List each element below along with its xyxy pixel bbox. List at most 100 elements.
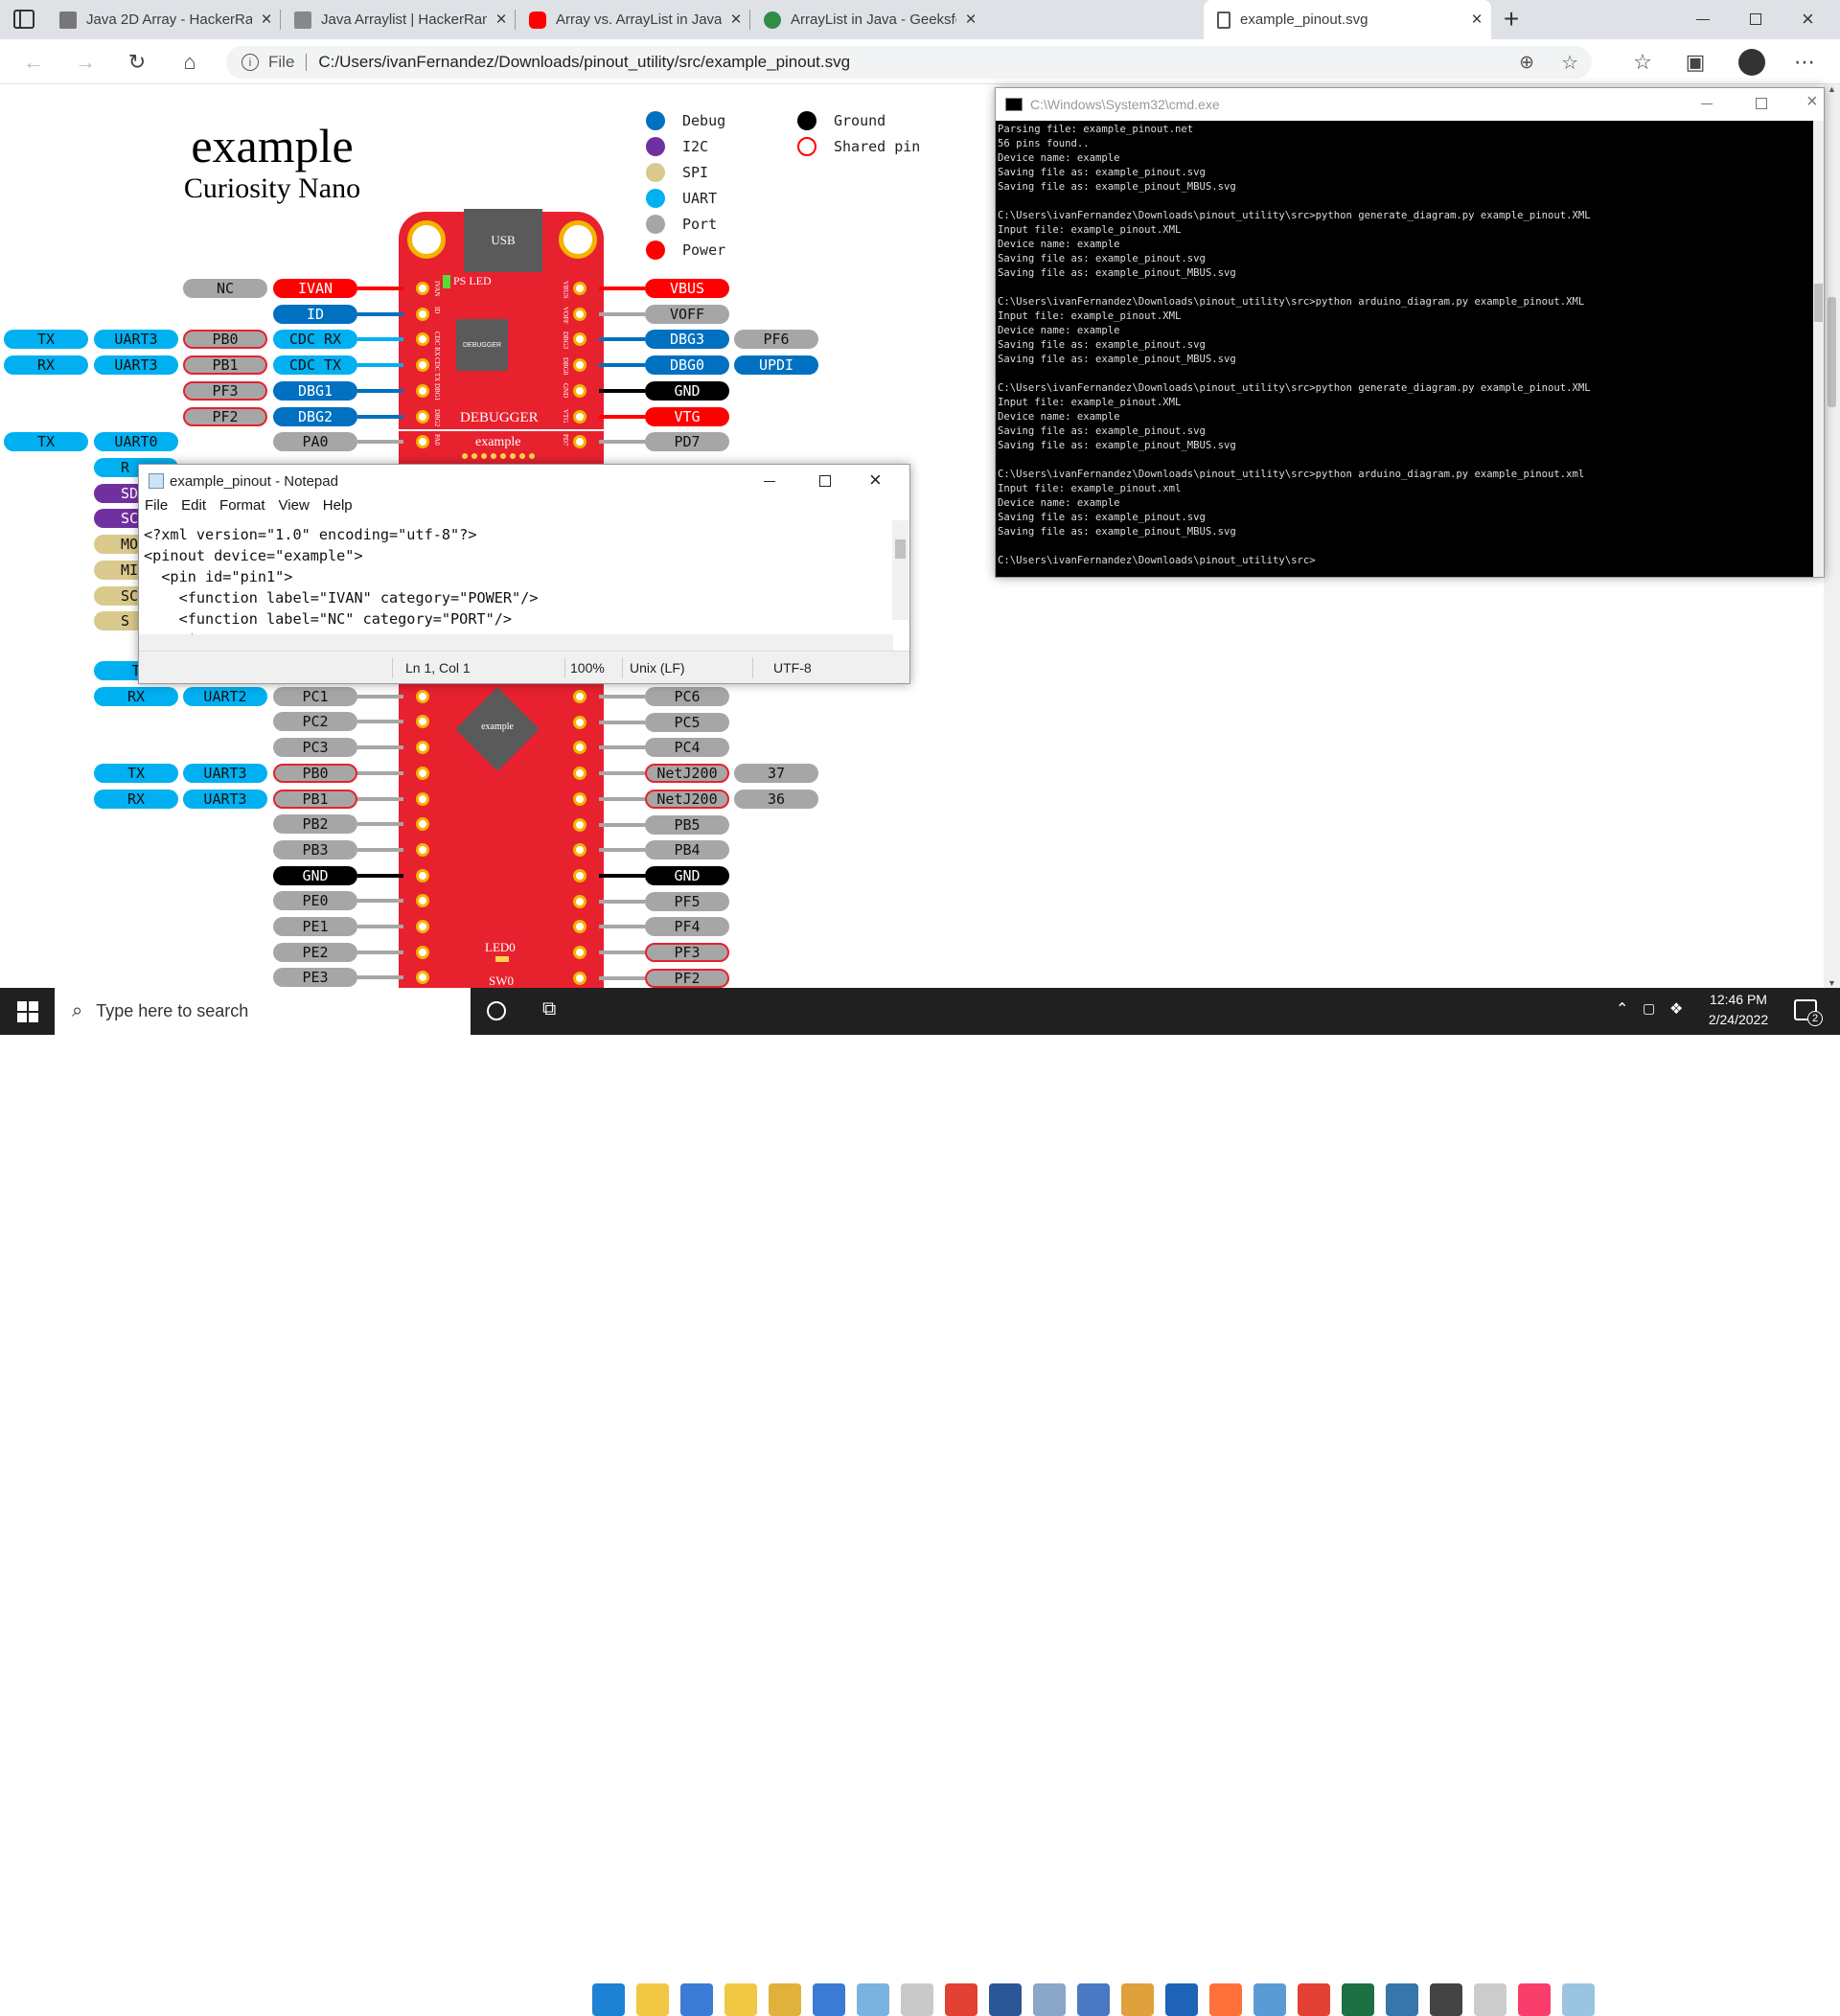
pin-wire xyxy=(357,337,403,342)
tab-actions-icon[interactable] xyxy=(13,10,34,29)
python-icon[interactable] xyxy=(1386,1983,1418,2016)
collections-icon[interactable]: ▣ xyxy=(1679,47,1712,78)
pin-label: IVAN xyxy=(273,279,357,298)
sketch-icon[interactable] xyxy=(1121,1983,1154,2016)
pin-wire xyxy=(357,720,403,724)
pin-wire xyxy=(599,925,645,929)
restore-icon[interactable] xyxy=(1750,13,1761,25)
tab-geeksforgeeks[interactable]: ArrayList in Java - GeeksforGeeks × xyxy=(750,0,985,39)
pin-label: PF3 xyxy=(645,943,729,962)
notepad-titlebar[interactable]: example_pinout - Notepad × xyxy=(139,465,909,497)
notepad-text-area[interactable]: <?xml version="1.0" encoding="utf-8"?> <p… xyxy=(139,520,889,634)
notepad-close-icon[interactable]: × xyxy=(869,468,882,493)
scrollbar-down-icon[interactable]: ▼ xyxy=(1824,978,1840,988)
diagram-subtitle: Curiosity Nano xyxy=(183,172,361,204)
solder-dot xyxy=(529,453,535,459)
excel-icon[interactable] xyxy=(1342,1983,1374,2016)
led0-indicator xyxy=(495,956,509,962)
cmd-line: Device name: example xyxy=(998,497,1120,509)
close-icon[interactable]: × xyxy=(487,10,516,31)
notepad-icon[interactable] xyxy=(1033,1983,1066,2016)
pin-label: PB1 xyxy=(183,355,267,376)
pin-wire xyxy=(357,363,403,368)
notepad-minimize-icon[interactable] xyxy=(764,481,775,482)
file-manager-icon[interactable] xyxy=(724,1983,757,2016)
close-icon[interactable]: × xyxy=(252,10,281,31)
notepad-window[interactable]: example_pinout - Notepad × File Edit Forma… xyxy=(138,464,910,684)
cmd-maximize-icon[interactable] xyxy=(1756,98,1767,109)
back-arrow-icon[interactable]: ← xyxy=(17,47,50,78)
more-menu-icon[interactable]: ⋯ xyxy=(1788,47,1821,78)
files-icon[interactable] xyxy=(769,1983,801,2016)
address-bar[interactable]: i File C:/Users/ivanFernandez/Downloads/… xyxy=(226,46,1592,79)
dropbox-icon[interactable]: ❖ xyxy=(1669,999,1683,1019)
cmd-output[interactable]: Parsing file: example_pinout.net 56 pins … xyxy=(996,121,1815,571)
minimize-icon[interactable] xyxy=(1696,19,1710,20)
taskbar-search-box[interactable]: ⌕ Type here to search xyxy=(55,988,471,1035)
app-gear-icon[interactable] xyxy=(1254,1983,1286,2016)
profile-avatar[interactable] xyxy=(1738,49,1765,76)
windows-start-icon[interactable] xyxy=(17,1001,38,1022)
network-icon[interactable] xyxy=(813,1983,845,2016)
word-icon[interactable] xyxy=(989,1983,1022,2016)
notepad-menu-item[interactable]: Help xyxy=(323,497,353,518)
new-tab-button[interactable]: + xyxy=(1497,4,1526,34)
itunes-icon[interactable] xyxy=(1518,1983,1551,2016)
home-icon[interactable]: ⌂ xyxy=(173,47,206,78)
store-icon[interactable] xyxy=(680,1983,713,2016)
firefox-icon[interactable] xyxy=(1209,1983,1242,2016)
tablet-icon[interactable] xyxy=(1562,1983,1595,2016)
settings-icon[interactable] xyxy=(1474,1983,1506,2016)
notepad-menu-item[interactable]: Edit xyxy=(181,497,206,518)
notepad-menu-item[interactable]: Format xyxy=(219,497,265,518)
clock-date[interactable]: 2/24/2022 xyxy=(1694,1012,1782,1027)
scrollbar-track[interactable]: ▲ ▼ xyxy=(1824,84,1840,988)
refresh-icon[interactable]: ↻ xyxy=(121,47,153,78)
cmd-icon[interactable] xyxy=(1430,1983,1462,2016)
tab-array-vs-arraylist[interactable]: Array vs. ArrayList in Java Tutoria × xyxy=(516,0,750,39)
task-view-icon[interactable]: ⧉ xyxy=(542,998,556,1020)
notepad-hscroll[interactable] xyxy=(139,634,893,651)
notepad-vscroll[interactable] xyxy=(892,520,908,620)
paint-icon[interactable] xyxy=(901,1983,933,2016)
clock-time[interactable]: 12:46 PM xyxy=(1694,992,1782,1007)
chrome-icon[interactable] xyxy=(945,1983,978,2016)
edge-icon[interactable] xyxy=(592,1983,625,2016)
search-icon: ⌕ xyxy=(72,1000,83,1021)
cortana-icon[interactable] xyxy=(487,1001,506,1020)
blue-app-icon[interactable] xyxy=(1165,1983,1198,2016)
zoom-icon[interactable]: ⊕ xyxy=(1519,52,1534,74)
cmd-scrollbar[interactable] xyxy=(1813,121,1824,577)
cmd-titlebar[interactable]: C:\Windows\System32\cmd.exe × xyxy=(996,88,1824,121)
close-icon[interactable]: × xyxy=(956,10,985,31)
status-encoding: UTF-8 xyxy=(773,660,812,676)
browser-tab-strip: Java 2D Array - HackerRank Solu × Java A… xyxy=(0,0,1840,39)
close-window-icon[interactable]: × xyxy=(1802,7,1814,32)
cmd-close-icon[interactable]: × xyxy=(1806,91,1818,113)
forward-arrow-icon[interactable]: → xyxy=(69,47,102,78)
browser-toolbar: ← → ↻ ⌂ i File C:/Users/ivanFernandez/Do… xyxy=(0,39,1840,84)
pin-wire xyxy=(599,745,645,750)
tray-icon[interactable]: ▢ xyxy=(1643,1000,1655,1017)
close-icon[interactable]: × xyxy=(1462,10,1491,31)
scrollbar-thumb[interactable] xyxy=(1828,297,1836,407)
favorite-star-icon[interactable]: ☆ xyxy=(1561,51,1578,75)
favorites-icon[interactable]: ☆ xyxy=(1626,47,1659,78)
notepad-menu-item[interactable]: File xyxy=(145,497,168,518)
cmd-scrollbar-thumb[interactable] xyxy=(1814,284,1823,322)
cmd-window[interactable]: C:\Windows\System32\cmd.exe × Parsing fi… xyxy=(995,87,1825,578)
explorer-icon[interactable] xyxy=(636,1983,669,2016)
tray-chevron-icon[interactable]: ⌃ xyxy=(1616,999,1628,1019)
remote-desktop-icon[interactable] xyxy=(857,1983,889,2016)
tab-java-2d-array[interactable]: Java 2D Array - HackerRank Solu × xyxy=(46,0,281,39)
chrome-alt-icon[interactable] xyxy=(1298,1983,1330,2016)
close-icon[interactable]: × xyxy=(722,10,750,31)
cmd-minimize-icon[interactable] xyxy=(1701,103,1713,104)
notepad-maximize-icon[interactable] xyxy=(819,475,831,487)
vs-icon[interactable] xyxy=(1077,1983,1110,2016)
notepad-menu-item[interactable]: View xyxy=(279,497,310,518)
scrollbar-up-icon[interactable]: ▲ xyxy=(1824,84,1840,101)
tab-example-pinout[interactable]: example_pinout.svg × xyxy=(1204,0,1491,39)
tab-java-arraylist[interactable]: Java Arraylist | HackerRank × xyxy=(281,0,516,39)
notepad-vscroll-thumb[interactable] xyxy=(895,539,906,559)
